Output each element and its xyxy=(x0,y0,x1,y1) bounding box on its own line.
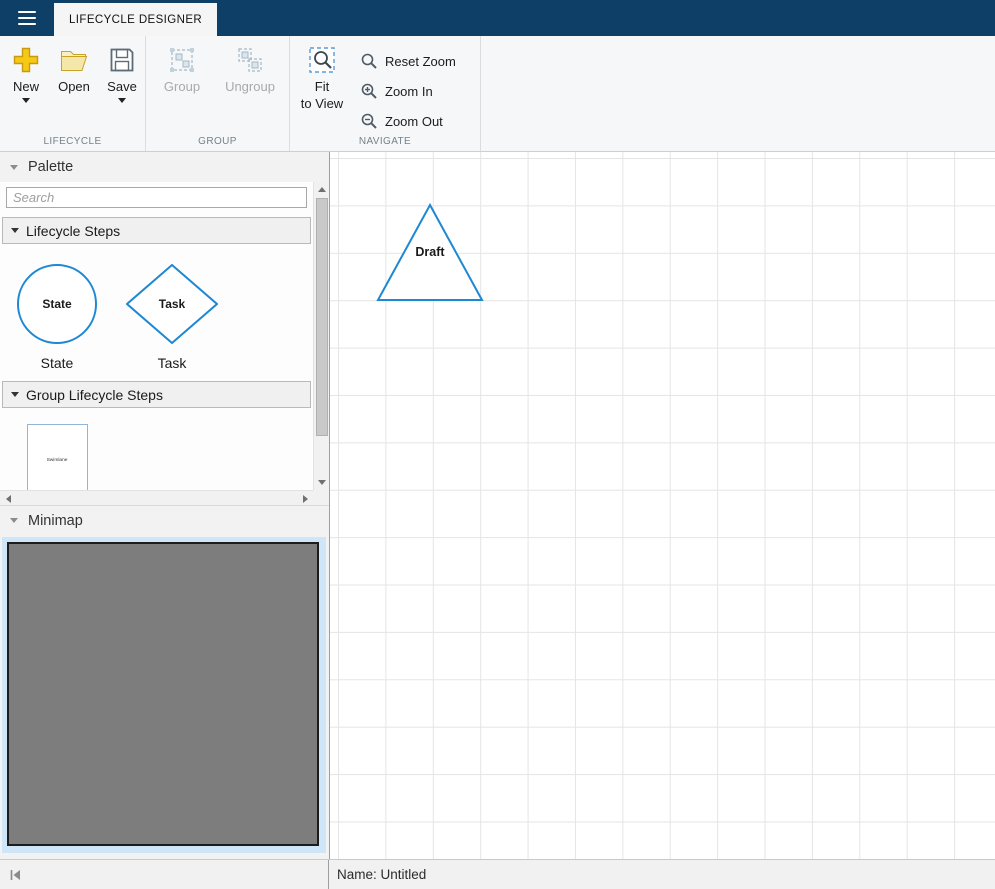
chevron-down-icon xyxy=(11,228,19,233)
menu-icon[interactable] xyxy=(0,0,54,36)
model-name-text: Name: Untitled xyxy=(337,867,426,882)
scrollbar-corner xyxy=(313,490,329,505)
ungroup-button[interactable]: Ungroup xyxy=(218,44,282,94)
scroll-left-button[interactable] xyxy=(0,491,16,506)
tab-label: LIFECYCLE DESIGNER xyxy=(69,14,202,26)
open-icon xyxy=(58,44,90,76)
save-button[interactable]: Save xyxy=(100,44,144,103)
section-label-group: GROUP xyxy=(146,136,289,147)
statusbar-right: Name: Untitled xyxy=(329,860,995,889)
new-icon xyxy=(10,44,42,76)
toolstrip-section-lifecycle: New Open Save LIFECYCLE xyxy=(0,36,145,151)
minimap-title: Minimap xyxy=(28,513,83,529)
zoom-out-button[interactable]: Zoom Out xyxy=(352,106,464,136)
statusbar: Name: Untitled xyxy=(0,859,995,889)
canvas[interactable]: Draft xyxy=(329,152,995,859)
section-label-navigate: NAVIGATE xyxy=(290,136,480,147)
scroll-down-button[interactable] xyxy=(314,475,330,490)
ungroup-icon xyxy=(234,44,266,76)
palette-title: Palette xyxy=(28,159,73,175)
navigate-small-buttons: Reset Zoom Zoom In xyxy=(352,44,464,136)
palette-header: Palette xyxy=(0,152,329,182)
tab-lifecycle-designer[interactable]: LIFECYCLE DESIGNER xyxy=(54,3,217,36)
group-lifecycle-steps-header[interactable]: Group Lifecycle Steps xyxy=(2,381,311,408)
toolstrip-section-navigate: Fit to View Reset Zoom xyxy=(290,36,480,151)
zoom-out-icon xyxy=(360,112,379,131)
toolstrip: New Open Save LIFECYCLE xyxy=(0,36,995,152)
zoom-in-button[interactable]: Zoom In xyxy=(352,76,464,106)
horizontal-scrollbar[interactable] xyxy=(0,490,313,505)
arrow-left-icon xyxy=(6,495,11,503)
fit-to-view-button[interactable]: Fit to View xyxy=(296,44,348,136)
titlebar: LIFECYCLE DESIGNER xyxy=(0,0,995,36)
minimap-collapse-icon[interactable] xyxy=(10,518,18,523)
fit-label-line2: to View xyxy=(301,96,343,111)
save-icon xyxy=(106,44,138,76)
svg-text:Task: Task xyxy=(159,297,186,311)
open-button[interactable]: Open xyxy=(52,44,96,103)
state-caption: State xyxy=(12,355,102,371)
vertical-scroll-thumb[interactable] xyxy=(316,198,328,436)
svg-text:State: State xyxy=(42,297,72,311)
swimlane-label: Swimlane xyxy=(47,458,68,463)
task-caption: Task xyxy=(127,355,217,371)
palette-scroll-area: Lifecycle Steps State State Task Task xyxy=(0,182,329,505)
state-shape-icon: State xyxy=(14,261,100,347)
save-dropdown-caret[interactable] xyxy=(118,98,126,103)
draft-node[interactable]: Draft xyxy=(370,197,492,309)
statusbar-left xyxy=(0,860,329,889)
new-button[interactable]: New xyxy=(4,44,48,103)
arrow-down-icon xyxy=(318,480,326,485)
task-shape-icon: Task xyxy=(126,264,218,344)
left-panel: Palette Lifecycle Steps State State T xyxy=(0,152,329,859)
group-button[interactable]: Group xyxy=(154,44,210,94)
minimap-header: Minimap xyxy=(0,505,329,535)
palette-item-state[interactable]: State xyxy=(14,261,100,352)
search-input[interactable] xyxy=(6,187,307,208)
vertical-scrollbar[interactable] xyxy=(313,182,329,490)
arrow-right-icon xyxy=(303,495,308,503)
minimap[interactable] xyxy=(2,537,326,853)
draft-node-label: Draft xyxy=(415,245,445,259)
new-dropdown-caret[interactable] xyxy=(22,98,30,103)
fit-to-view-icon xyxy=(306,44,338,76)
collapse-panel-icon[interactable] xyxy=(8,868,22,882)
reset-zoom-button[interactable]: Reset Zoom xyxy=(352,46,464,76)
fit-label-line1: Fit xyxy=(315,79,329,94)
minimap-viewport[interactable] xyxy=(7,542,319,846)
chevron-down-icon xyxy=(11,392,19,397)
scroll-up-button[interactable] xyxy=(314,182,330,197)
arrow-up-icon xyxy=(318,187,326,192)
palette-collapse-icon[interactable] xyxy=(10,165,18,170)
lifecycle-steps-header[interactable]: Lifecycle Steps xyxy=(2,217,311,244)
toolstrip-section-group: Group Ungroup GROUP xyxy=(146,36,289,151)
palette-item-swimlane[interactable]: Swimlane xyxy=(27,424,88,490)
reset-zoom-icon xyxy=(360,52,379,71)
group-icon xyxy=(166,44,198,76)
zoom-in-icon xyxy=(360,82,379,101)
toolstrip-divider xyxy=(480,36,481,151)
palette-item-task[interactable]: Task xyxy=(126,264,218,349)
scroll-right-button[interactable] xyxy=(297,491,313,506)
section-label-lifecycle: LIFECYCLE xyxy=(0,136,145,147)
palette-content: Lifecycle Steps State State Task Task xyxy=(0,182,313,490)
